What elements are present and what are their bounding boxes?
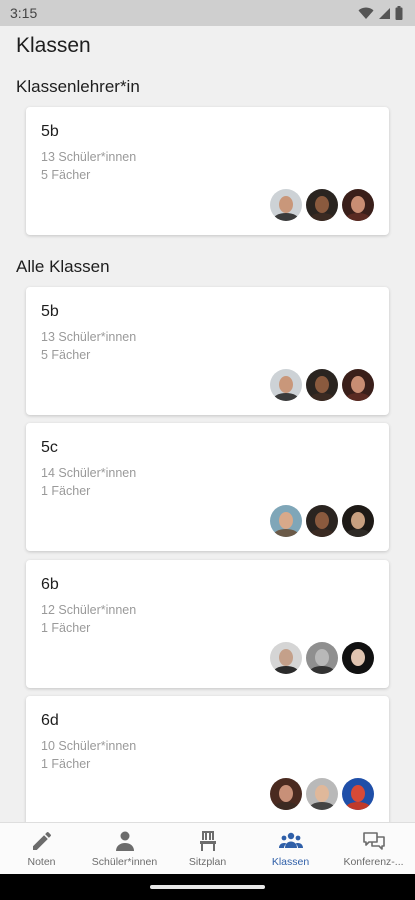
bottom-navigation: Noten Schüler*innen Sitzplan Klassen Kon… bbox=[0, 822, 415, 875]
status-time: 3:15 bbox=[10, 5, 38, 21]
wifi-icon bbox=[358, 7, 374, 19]
class-students: 10 Schüler*innen bbox=[41, 739, 137, 753]
class-subjects: 5 Fächer bbox=[41, 348, 91, 362]
class-name: 5b bbox=[41, 303, 59, 320]
teacher-avatar bbox=[270, 189, 302, 221]
teacher-avatar bbox=[306, 369, 338, 401]
system-gesture-bar bbox=[0, 874, 415, 900]
pencil-icon bbox=[32, 831, 51, 850]
teacher-avatars bbox=[270, 369, 374, 401]
signal-icon bbox=[379, 7, 390, 19]
teacher-avatar bbox=[270, 778, 302, 810]
section-title-alle-klassen: Alle Klassen bbox=[16, 257, 110, 276]
nav-item-sitzplan[interactable]: Sitzplan bbox=[166, 823, 249, 875]
teacher-avatar bbox=[342, 189, 374, 221]
teacher-avatars bbox=[270, 189, 374, 221]
section-title-klassenlehrer: Klassenlehrer*in bbox=[16, 77, 140, 96]
teacher-avatars bbox=[270, 505, 374, 537]
class-students: 13 Schüler*innen bbox=[41, 330, 137, 344]
teacher-avatar bbox=[306, 778, 338, 810]
teacher-avatar bbox=[270, 369, 302, 401]
home-indicator[interactable] bbox=[150, 885, 265, 889]
nav-label: Konferenz-... bbox=[343, 856, 404, 868]
class-card[interactable]: 6d 10 Schüler*innen 1 Fächer bbox=[26, 696, 389, 831]
teacher-avatars bbox=[270, 778, 374, 810]
class-students: 14 Schüler*innen bbox=[41, 466, 137, 480]
page-title: Klassen bbox=[16, 34, 91, 57]
class-card[interactable]: 5b 13 Schüler*innen 5 Fächer bbox=[26, 107, 389, 235]
class-subjects: 1 Fächer bbox=[41, 757, 91, 771]
nav-item-schueler[interactable]: Schüler*innen bbox=[83, 823, 166, 875]
nav-label: Sitzplan bbox=[188, 856, 227, 868]
class-subjects: 5 Fächer bbox=[41, 168, 91, 182]
nav-item-klassen[interactable]: Klassen bbox=[249, 823, 332, 875]
nav-label: Noten bbox=[27, 856, 56, 868]
nav-item-noten[interactable]: Noten bbox=[0, 823, 83, 875]
group-icon bbox=[278, 832, 303, 848]
teacher-avatar bbox=[342, 369, 374, 401]
teacher-avatar bbox=[342, 778, 374, 810]
class-subjects: 1 Fächer bbox=[41, 621, 91, 635]
nav-item-konferenz[interactable]: Konferenz-... bbox=[332, 823, 415, 875]
class-card[interactable]: 5b 13 Schüler*innen 5 Fächer bbox=[26, 287, 389, 415]
status-icons bbox=[358, 6, 403, 20]
battery-icon bbox=[395, 6, 403, 20]
class-name: 6b bbox=[41, 576, 59, 593]
chat-icon bbox=[362, 832, 385, 850]
teacher-avatar bbox=[342, 642, 374, 674]
teacher-avatars bbox=[270, 642, 374, 674]
class-card[interactable]: 5c 14 Schüler*innen 1 Fächer bbox=[26, 423, 389, 551]
class-students: 12 Schüler*innen bbox=[41, 603, 137, 617]
class-name: 5c bbox=[41, 439, 58, 456]
status-bar: 3:15 bbox=[0, 0, 415, 26]
class-name: 6d bbox=[41, 712, 59, 729]
chair-icon bbox=[199, 831, 216, 851]
teacher-avatar bbox=[306, 642, 338, 674]
teacher-avatar bbox=[270, 642, 302, 674]
nav-label: Klassen bbox=[271, 856, 310, 868]
teacher-avatar bbox=[306, 189, 338, 221]
class-students: 13 Schüler*innen bbox=[41, 150, 137, 164]
class-name: 5b bbox=[41, 123, 59, 140]
teacher-avatar bbox=[270, 505, 302, 537]
teacher-avatar bbox=[342, 505, 374, 537]
class-card[interactable]: 6b 12 Schüler*innen 1 Fächer bbox=[26, 560, 389, 688]
class-subjects: 1 Fächer bbox=[41, 484, 91, 498]
nav-label: Schüler*innen bbox=[91, 856, 158, 868]
teacher-avatar bbox=[306, 505, 338, 537]
person-icon bbox=[115, 831, 134, 851]
